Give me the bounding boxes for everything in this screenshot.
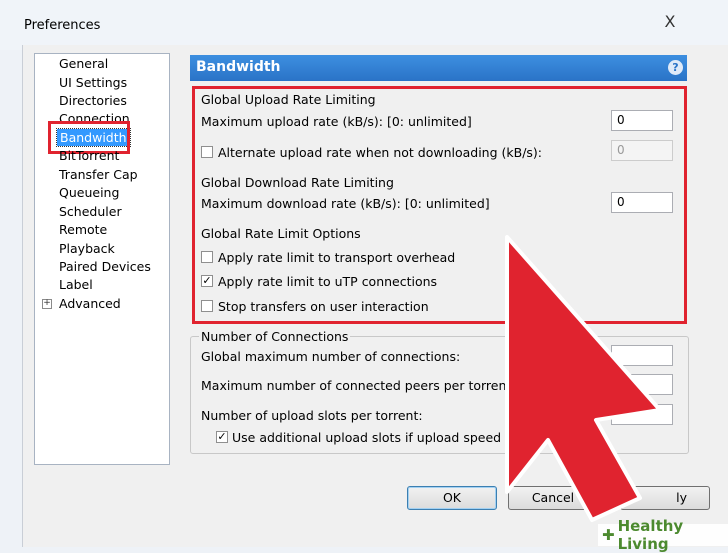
plus-icon: ✚ (602, 526, 615, 544)
watermark-text: Healthy Living (617, 517, 684, 553)
watermark-logo: ✚ Healthy Living (598, 517, 728, 553)
pointer-arrow-icon (505, 235, 662, 522)
